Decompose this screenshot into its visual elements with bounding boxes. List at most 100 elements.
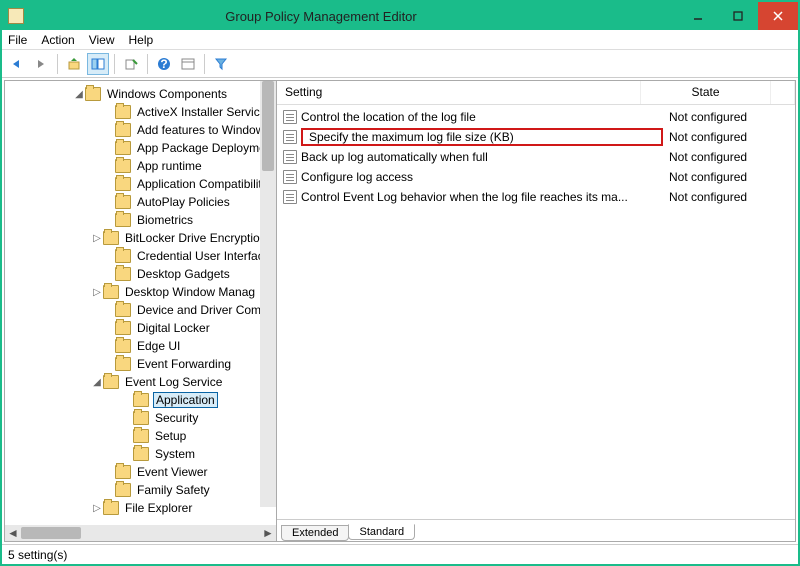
tree-item[interactable]: ActiveX Installer Service (5, 103, 276, 121)
tree-item[interactable]: Device and Driver Comp (5, 301, 276, 319)
expander-icon[interactable]: ▷ (91, 233, 103, 244)
folder-icon (85, 87, 101, 101)
tree-label: Desktop Gadgets (135, 267, 232, 281)
tree-item[interactable]: App runtime (5, 157, 276, 175)
filter-button[interactable] (210, 53, 232, 75)
tree-label: Event Viewer (135, 465, 209, 479)
setting-icon (283, 110, 297, 124)
tree-item[interactable]: Application (5, 391, 276, 409)
scroll-left-icon[interactable]: ◄ (5, 526, 21, 540)
tree-item[interactable]: Setup (5, 427, 276, 445)
show-tree-button[interactable] (87, 53, 109, 75)
tree-item[interactable]: Security (5, 409, 276, 427)
tree-label: Desktop Window Manag (123, 285, 257, 299)
setting-name: Configure log access (301, 170, 665, 184)
tree-label: Family Safety (135, 483, 212, 497)
column-extra[interactable] (771, 81, 795, 104)
list-row[interactable]: Back up log automatically when fullNot c… (277, 147, 795, 167)
menubar: File Action View Help (2, 30, 798, 50)
menu-view[interactable]: View (89, 33, 115, 47)
folder-icon (103, 285, 119, 299)
window-buttons (678, 2, 798, 30)
tree-item[interactable]: Biometrics (5, 211, 276, 229)
tree-label: Biometrics (135, 213, 195, 227)
tree-item[interactable]: Digital Locker (5, 319, 276, 337)
menu-file[interactable]: File (8, 33, 27, 47)
close-button[interactable] (758, 2, 798, 30)
menu-action[interactable]: Action (41, 33, 74, 47)
status-text: 5 setting(s) (8, 548, 67, 562)
tree-item[interactable]: Desktop Gadgets (5, 265, 276, 283)
list-row[interactable]: Configure log accessNot configured (277, 167, 795, 187)
folder-icon (133, 393, 149, 407)
tab-extended[interactable]: Extended (281, 525, 349, 541)
tree-item[interactable]: Event Viewer (5, 463, 276, 481)
expander-icon[interactable]: ▷ (91, 503, 103, 514)
tree-label: Security (153, 411, 200, 425)
tree-item[interactable]: Edge UI (5, 337, 276, 355)
toolbar-sep (57, 54, 58, 74)
scrollbar-thumb[interactable] (21, 527, 81, 539)
tree-pane: ◢Windows ComponentsActiveX Installer Ser… (5, 81, 277, 541)
tree-item[interactable]: System (5, 445, 276, 463)
list-row[interactable]: Specify the maximum log file size (KB)No… (277, 127, 795, 147)
tree-vertical-scrollbar[interactable] (260, 81, 276, 507)
tree-item[interactable]: ◢Event Log Service (5, 373, 276, 391)
tree-item[interactable]: ▷ BitLocker Drive Encryptio (5, 229, 276, 247)
collapse-icon[interactable]: ◢ (73, 89, 85, 100)
tree-scroll: ◢Windows ComponentsActiveX Installer Ser… (5, 81, 276, 525)
column-setting[interactable]: Setting (277, 81, 641, 104)
titlebar[interactable]: Group Policy Management Editor (2, 2, 798, 30)
folder-icon (115, 213, 131, 227)
tree-item[interactable]: ▷File Explorer (5, 499, 276, 517)
folder-icon (115, 339, 131, 353)
scrollbar-thumb[interactable] (262, 81, 274, 171)
tree-label: App runtime (135, 159, 204, 173)
export-button[interactable] (120, 53, 142, 75)
tree-label: Edge UI (135, 339, 182, 353)
tree-item[interactable]: App Package Deploymen (5, 139, 276, 157)
folder-icon (103, 375, 119, 389)
list-row[interactable]: Control Event Log behavior when the log … (277, 187, 795, 207)
tree-item[interactable]: Event Forwarding (5, 355, 276, 373)
tree-item[interactable]: Credential User Interface (5, 247, 276, 265)
up-button[interactable] (63, 53, 85, 75)
minimize-button[interactable] (678, 2, 718, 30)
list-body[interactable]: Control the location of the log fileNot … (277, 105, 795, 519)
folder-icon (115, 465, 131, 479)
list-header: Setting State (277, 81, 795, 105)
folder-icon (115, 321, 131, 335)
tab-standard[interactable]: Standard (348, 524, 415, 540)
tree-item[interactable]: Application Compatibilit (5, 175, 276, 193)
maximize-button[interactable] (718, 2, 758, 30)
folder-icon (115, 177, 131, 191)
tree-item[interactable]: ▷ Desktop Window Manag (5, 283, 276, 301)
tree-item[interactable]: AutoPlay Policies (5, 193, 276, 211)
scroll-right-icon[interactable]: ► (260, 526, 276, 540)
forward-button[interactable] (30, 53, 52, 75)
expander-icon[interactable]: ▷ (91, 287, 103, 298)
help-button[interactable]: ? (153, 53, 175, 75)
list-pane: Setting State Control the location of th… (277, 81, 795, 541)
folder-icon (115, 195, 131, 209)
tree-label: BitLocker Drive Encryptio (123, 231, 262, 245)
tree-label: App Package Deploymen (135, 141, 274, 155)
tree-label: Add features to Window (135, 123, 266, 137)
tree[interactable]: ◢Windows ComponentsActiveX Installer Ser… (5, 81, 276, 521)
column-state[interactable]: State (641, 81, 771, 104)
setting-state: Not configured (665, 150, 795, 164)
back-button[interactable] (6, 53, 28, 75)
folder-icon (115, 303, 131, 317)
tree-item[interactable]: Family Safety (5, 481, 276, 499)
tree-item[interactable]: Add features to Window (5, 121, 276, 139)
menu-help[interactable]: Help (129, 33, 154, 47)
properties-button[interactable] (177, 53, 199, 75)
statusbar: 5 setting(s) (2, 544, 798, 564)
setting-state: Not configured (665, 130, 795, 144)
tree-item[interactable]: ◢Windows Components (5, 85, 276, 103)
setting-icon (283, 150, 297, 164)
tree-horizontal-scrollbar[interactable]: ◄ ► (5, 525, 276, 541)
tree-label: AutoPlay Policies (135, 195, 232, 209)
expander-icon[interactable]: ◢ (91, 377, 103, 388)
list-row[interactable]: Control the location of the log fileNot … (277, 107, 795, 127)
